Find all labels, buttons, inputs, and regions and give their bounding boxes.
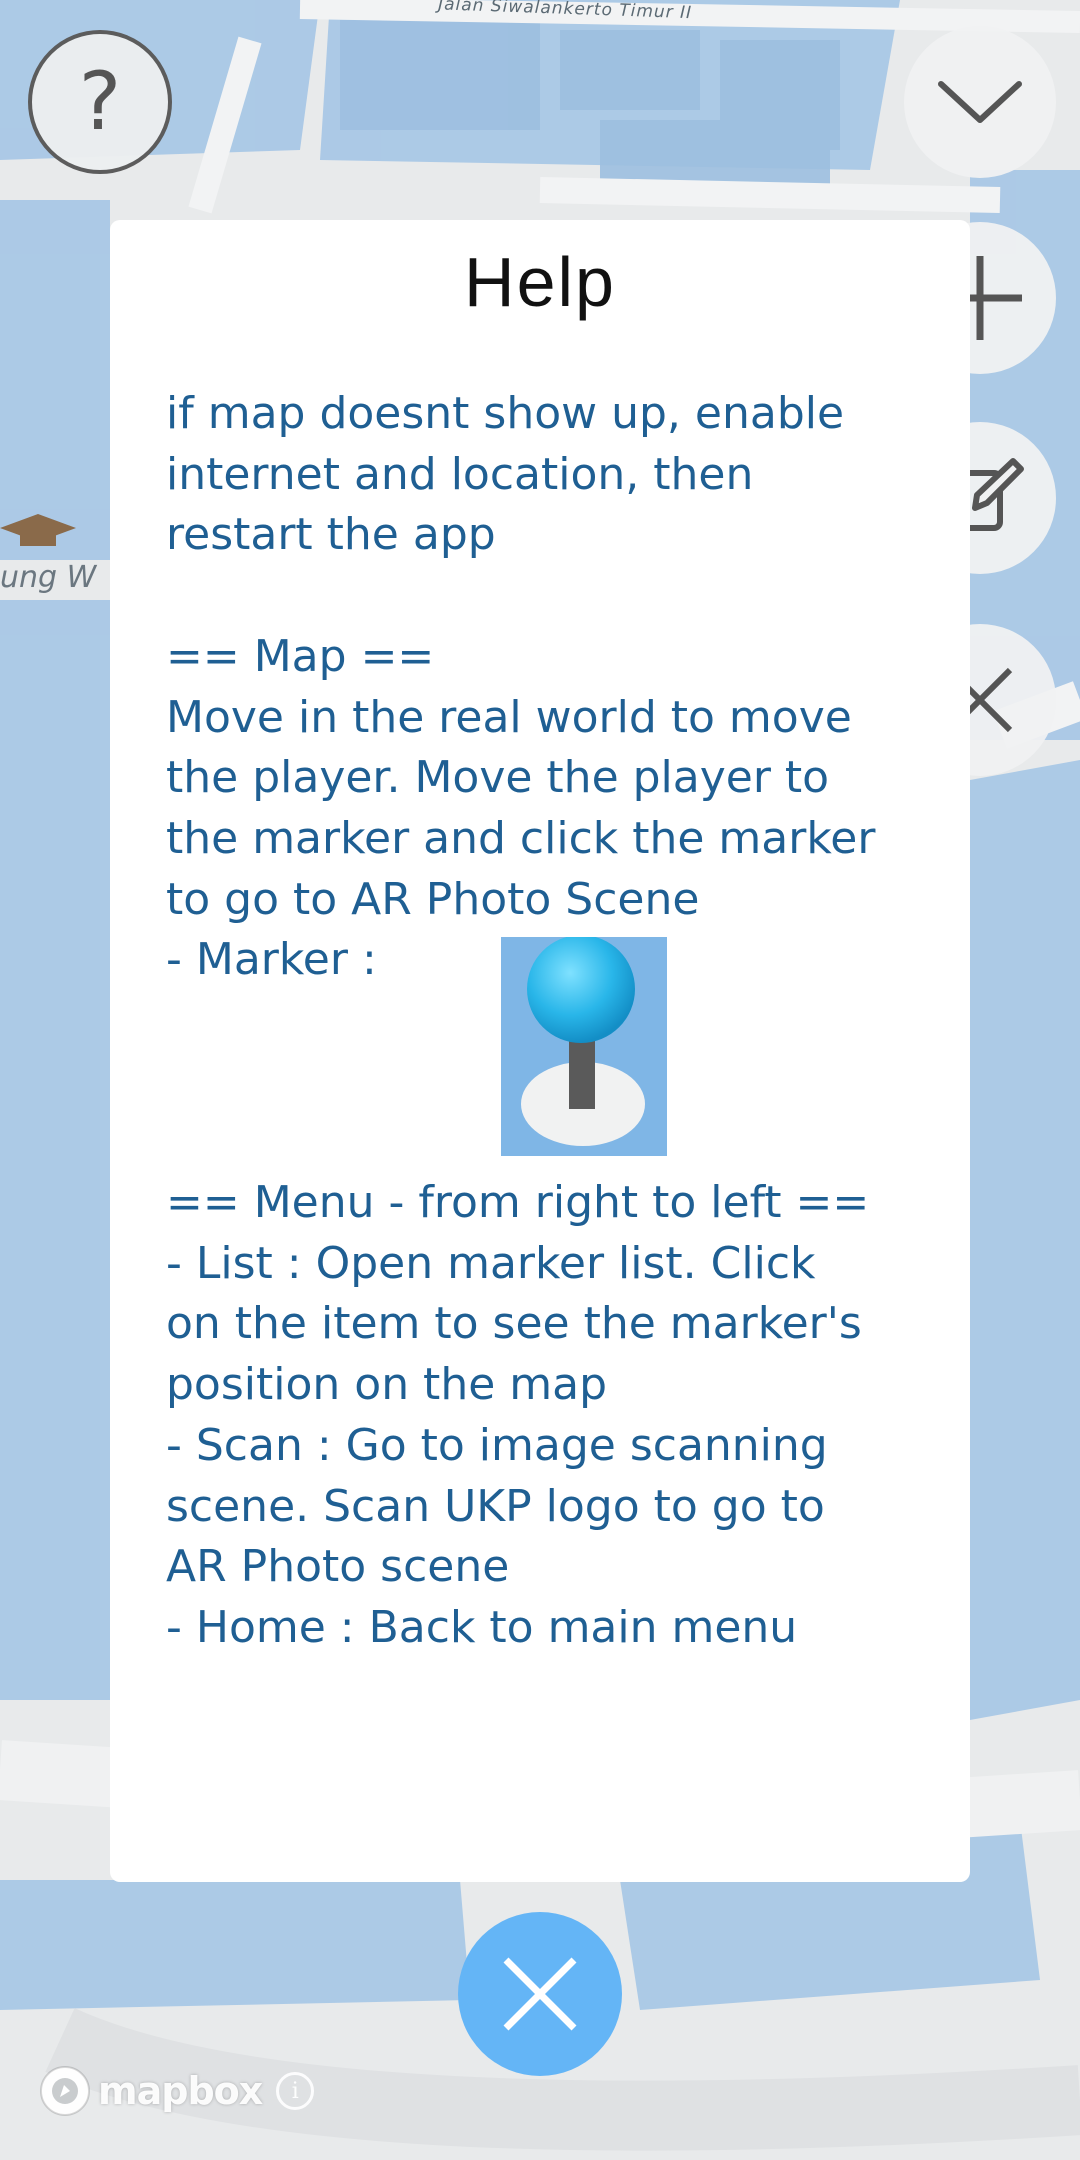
marker-preview-image [501,935,667,1156]
map-marker-icon [521,935,645,1146]
question-mark-icon: ? [78,55,122,148]
help-map-section-text: == Map == Move in the real world to move… [166,630,876,925]
collapse-menu-button[interactable] [904,26,1056,178]
info-icon[interactable]: i [276,2072,315,2110]
help-intro-text: if map doesnt show up, enable internet a… [166,388,845,561]
close-icon [503,1957,577,2031]
marker-label: - Marker : [166,934,377,986]
mapbox-attribution[interactable]: mapbox i [38,2064,315,2118]
help-title: Help [464,243,616,321]
mapbox-logo-icon [40,2066,90,2116]
close-help-button[interactable] [458,1912,622,2076]
help-dialog: Help if map doesnt show up, enable inter… [110,220,970,1882]
help-button[interactable]: ? [28,30,172,174]
poi-label: ung W [0,560,97,595]
mapbox-wordmark: mapbox [98,2069,263,2113]
help-menu-section-text: == Menu - from right to left == - List :… [166,1177,870,1653]
chevron-down-icon [938,81,1022,123]
